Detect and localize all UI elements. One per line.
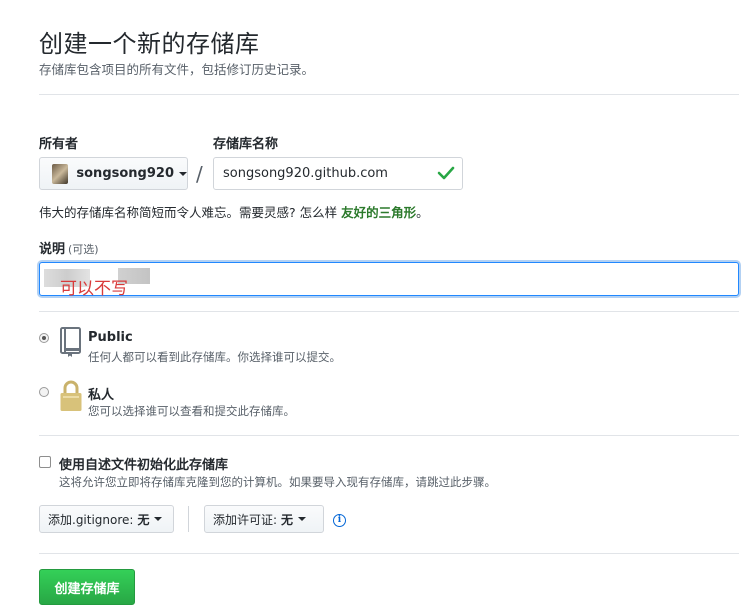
divider <box>188 506 189 532</box>
create-repository-button[interactable]: 创建存储库 <box>39 569 135 605</box>
public-title: Public <box>88 330 133 345</box>
hint-end: 。 <box>416 205 429 220</box>
description-label-text: 说明 <box>39 242 66 257</box>
info-icon[interactable]: i <box>333 514 346 527</box>
page-title: 创建一个新的存储库 <box>39 30 260 58</box>
description-label: 说明 (可选) <box>39 238 99 257</box>
license-dropdown[interactable]: 添加许可证: 无 <box>204 505 324 533</box>
name-suggestion-link[interactable]: 友好的三角形 <box>341 205 416 220</box>
repo-name-input[interactable] <box>213 157 463 190</box>
init-readme-title: 使用自述文件初始化此存储库 <box>59 458 229 473</box>
chevron-down-icon <box>154 517 163 521</box>
chevron-down-icon <box>298 517 307 521</box>
owner-dropdown[interactable]: songsong920 <box>39 157 188 190</box>
public-description: 任何人都可以看到此存储库。你选择谁可以提交。 <box>88 350 341 364</box>
repo-book-icon <box>60 327 81 357</box>
divider <box>39 435 739 436</box>
owner-label: 所有者 <box>39 137 79 152</box>
license-label: 添加许可证: <box>213 512 278 527</box>
license-value: 无 <box>281 512 294 527</box>
divider <box>39 94 739 95</box>
lock-icon <box>60 380 82 411</box>
avatar <box>52 163 69 184</box>
divider <box>39 553 739 554</box>
private-title: 私人 <box>88 388 115 403</box>
divider <box>39 311 739 312</box>
init-readme-checkbox[interactable] <box>39 456 51 468</box>
hint-text: 伟大的存储库名称简短而令人难忘。需要灵感? 怎么样 <box>39 205 342 220</box>
optional-tag: (可选) <box>68 243 99 256</box>
chevron-down-icon <box>179 171 187 176</box>
private-radio[interactable] <box>39 387 49 397</box>
repo-name-label: 存储库名称 <box>213 137 279 152</box>
repo-name-hint: 伟大的存储库名称简短而令人难忘。需要灵感? 怎么样 友好的三角形。 <box>39 202 429 221</box>
owner-name: songsong920 <box>76 166 174 181</box>
page-subtitle: 存储库包含项目的所有文件，包括修订历史记录。 <box>39 62 315 77</box>
init-readme-description: 这将允许您立即将存储库克隆到您的计算机。如果要导入现有存储库，请跳过此步骤。 <box>59 475 496 489</box>
owner-repo-separator: / <box>196 162 203 186</box>
gitignore-dropdown[interactable]: 添加.gitignore: 无 <box>39 505 174 533</box>
public-radio[interactable] <box>39 333 49 343</box>
private-description: 您可以选择谁可以查看和提交此存储库。 <box>88 404 295 418</box>
annotation-text: 可以不写 <box>60 279 128 299</box>
gitignore-value: 无 <box>137 512 150 527</box>
check-icon <box>437 166 455 180</box>
gitignore-label: 添加.gitignore: <box>48 512 134 527</box>
